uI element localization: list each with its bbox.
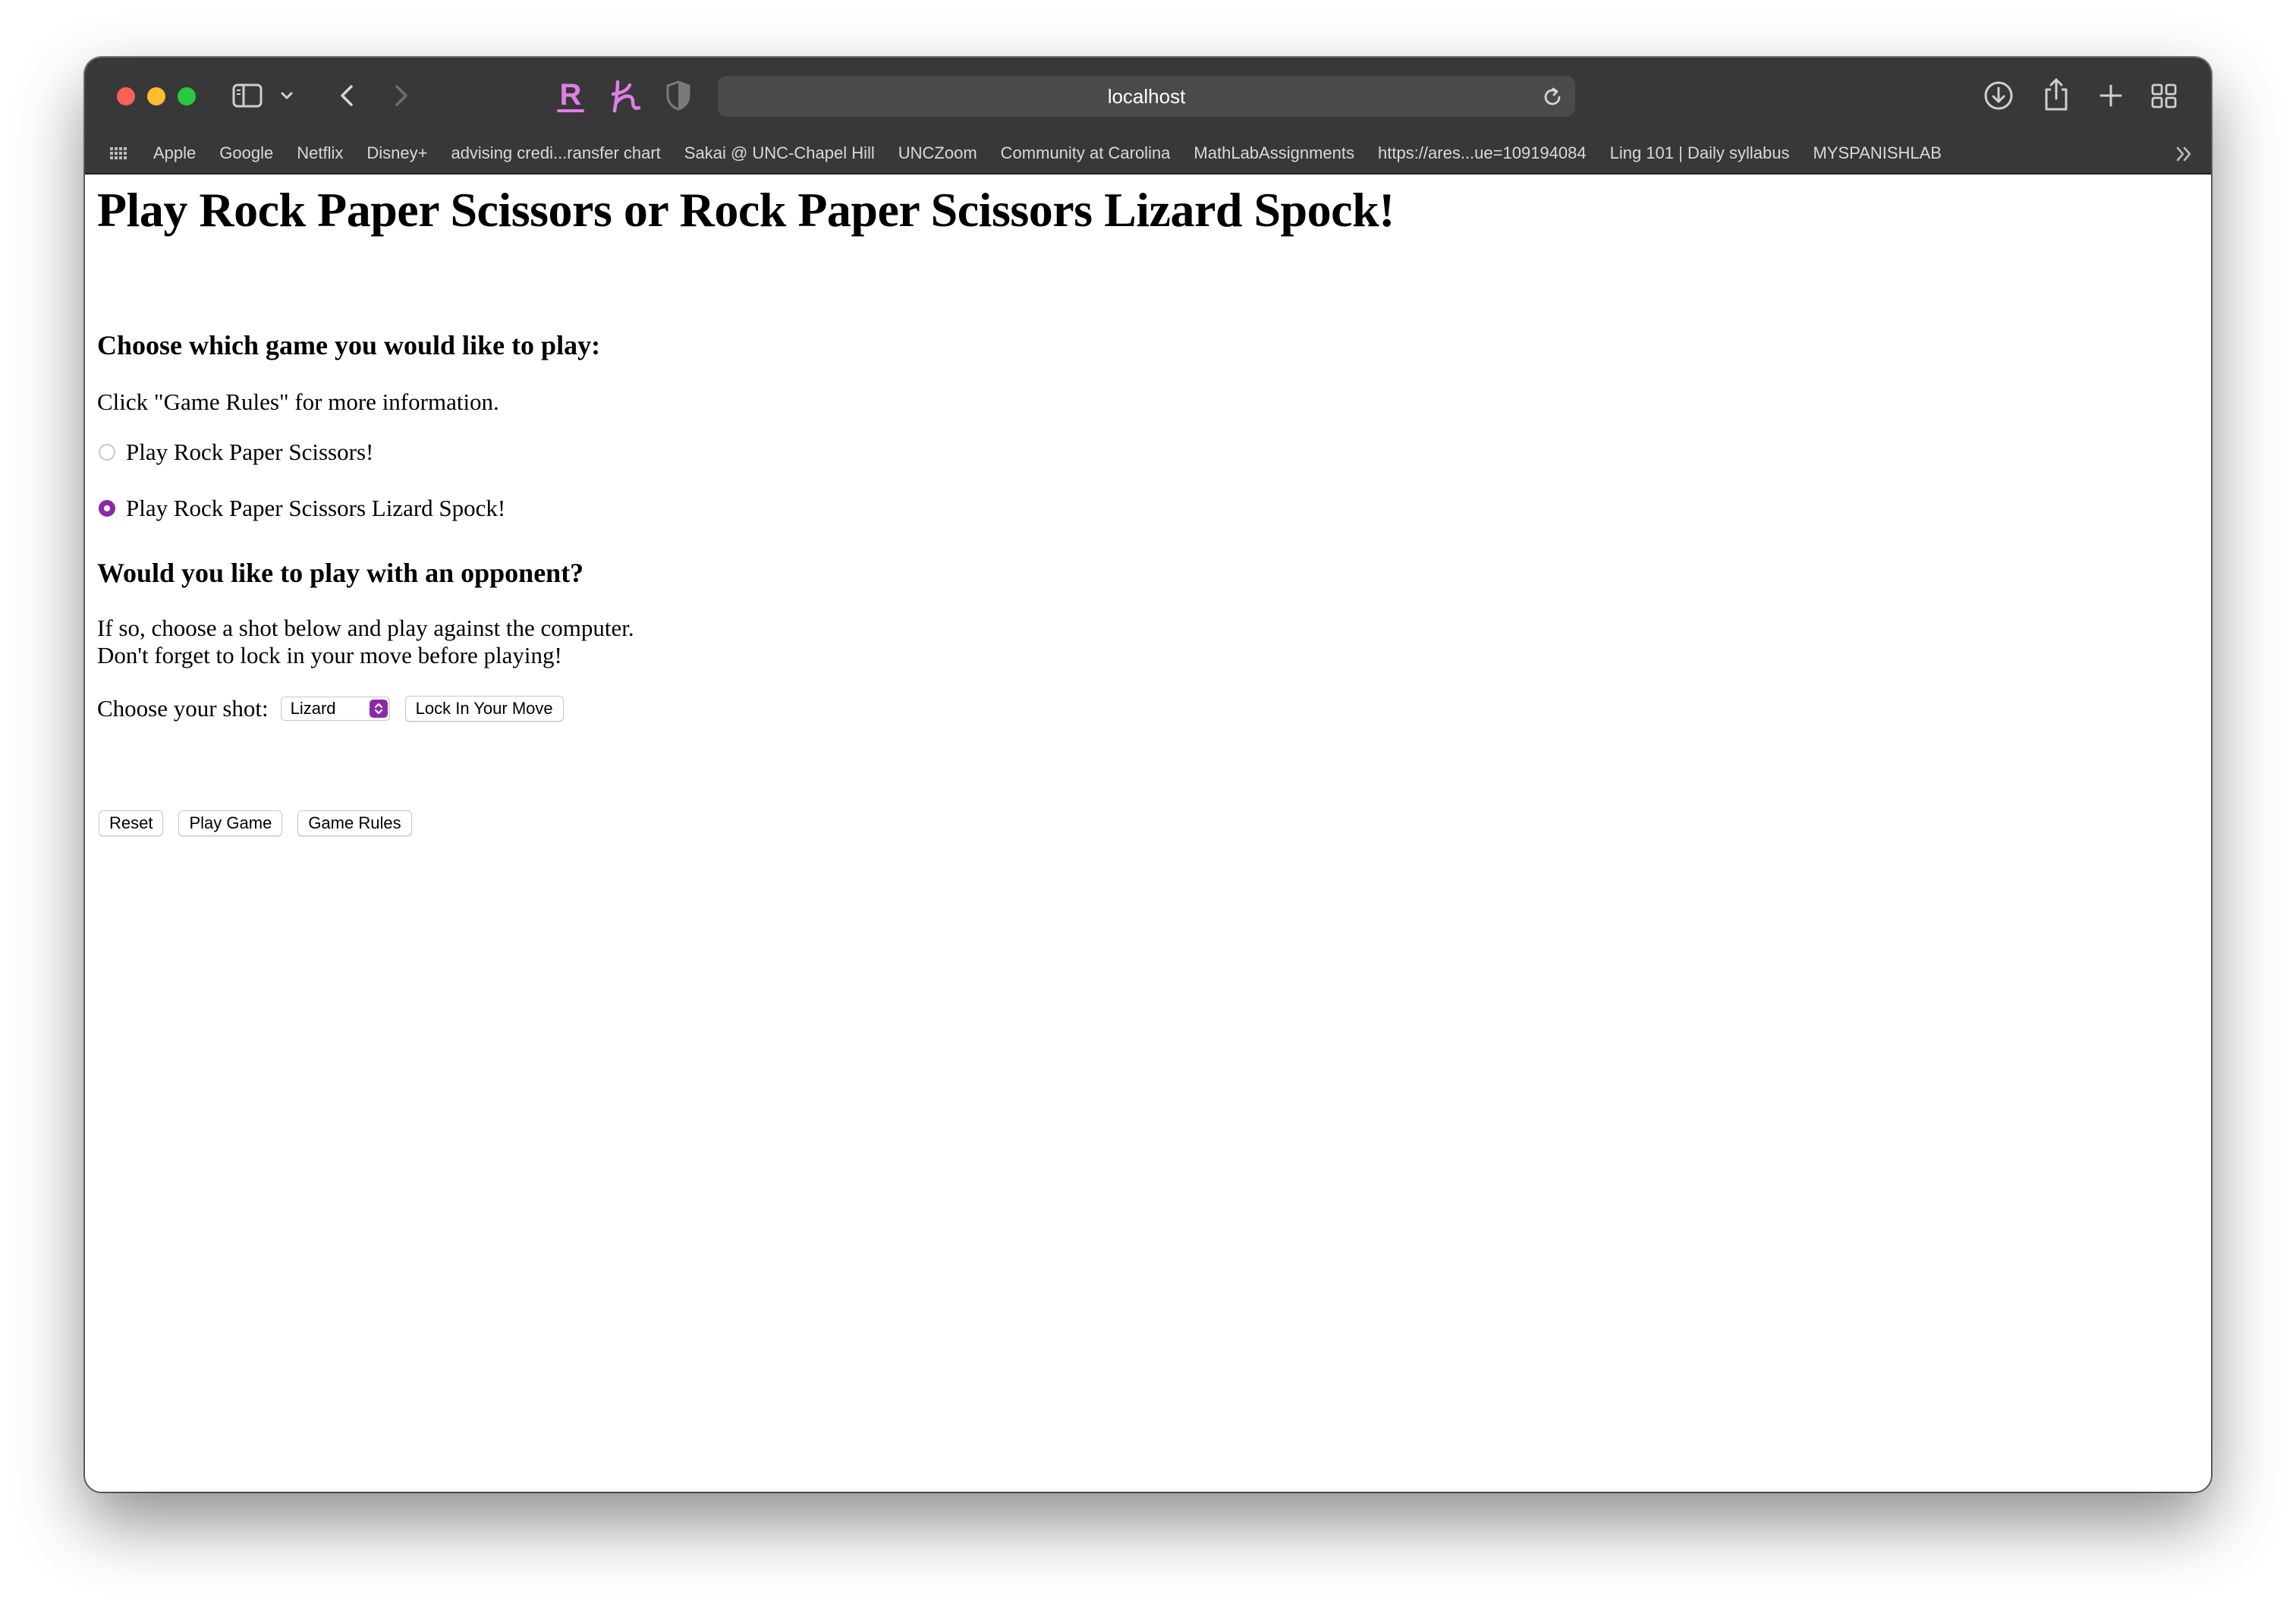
maximize-window-button[interactable] bbox=[178, 87, 196, 105]
bookmark-google[interactable]: Google bbox=[219, 143, 273, 163]
bookmark-apple[interactable]: Apple bbox=[153, 143, 196, 163]
radio-rps-label: Play Rock Paper Scissors! bbox=[126, 439, 374, 465]
lock-reminder: Don't forget to lock in your move before… bbox=[97, 642, 562, 668]
bookmark-netflix[interactable]: Netflix bbox=[297, 143, 343, 163]
bookmark-community[interactable]: Community at Carolina bbox=[1001, 143, 1171, 163]
page-content: Play Rock Paper Scissors or Rock Paper S… bbox=[85, 175, 2211, 1492]
radio-option-rpsls[interactable]: Play Rock Paper Scissors Lizard Spock! bbox=[99, 495, 505, 522]
svg-text:R: R bbox=[560, 78, 582, 112]
address-text: localhost bbox=[1107, 85, 1186, 108]
page-title: Play Rock Paper Scissors or Rock Paper S… bbox=[97, 183, 1395, 237]
grid-icon[interactable] bbox=[2149, 80, 2179, 111]
download-icon[interactable] bbox=[1982, 79, 2015, 112]
bookmark-ling101[interactable]: Ling 101 | Daily syllabus bbox=[1610, 143, 1790, 163]
lock-in-move-button[interactable]: Lock In Your Move bbox=[404, 696, 564, 722]
bookmark-ares[interactable]: https://ares...ue=109194084 bbox=[1378, 143, 1587, 163]
reset-button[interactable]: Reset bbox=[99, 810, 164, 836]
chevron-left-icon[interactable] bbox=[332, 80, 363, 111]
share-icon[interactable] bbox=[2041, 76, 2071, 114]
apps-grid-icon[interactable] bbox=[108, 143, 129, 164]
bookmark-myspanishlab[interactable]: MYSPANISHLAB bbox=[1813, 143, 1942, 163]
bookmark-list: Apple Google Netflix Disney+ advising cr… bbox=[153, 134, 1942, 173]
chevron-right-icon[interactable] bbox=[385, 80, 416, 111]
play-game-button[interactable]: Play Game bbox=[178, 810, 283, 836]
radio-rpsls[interactable] bbox=[99, 500, 115, 517]
minimize-window-button[interactable] bbox=[147, 87, 165, 105]
select-arrows-icon bbox=[369, 700, 388, 718]
double-chevron-right-icon[interactable] bbox=[2173, 144, 2196, 164]
bookmark-advising[interactable]: advising credi...ransfer chart bbox=[451, 143, 660, 163]
game-rules-hint: Click "Game Rules" for more information. bbox=[97, 388, 499, 415]
shot-select[interactable]: Lizard bbox=[280, 697, 390, 721]
radio-rpsls-label: Play Rock Paper Scissors Lizard Spock! bbox=[126, 495, 506, 521]
shot-select-value: Lizard bbox=[290, 699, 336, 718]
radio-rps[interactable] bbox=[99, 444, 115, 461]
radio-option-rps[interactable]: Play Rock Paper Scissors! bbox=[99, 439, 373, 466]
close-window-button[interactable] bbox=[117, 87, 135, 105]
browser-window: R localhost Apple Google Netflix Disney+… bbox=[85, 58, 2211, 1492]
opponent-heading: Would you like to play with an opponent? bbox=[97, 558, 584, 588]
browser-toolbar: R localhost bbox=[85, 58, 2211, 134]
bookmark-mathlab[interactable]: MathLabAssignments bbox=[1194, 143, 1354, 163]
sidebar-icon[interactable] bbox=[232, 83, 263, 108]
desktop: R localhost Apple Google Netflix Disney+… bbox=[0, 0, 2296, 1604]
bookmark-disney[interactable]: Disney+ bbox=[366, 143, 427, 163]
bookmark-sakai[interactable]: Sakai @ UNC-Chapel Hill bbox=[684, 143, 875, 163]
game-rules-button[interactable]: Game Rules bbox=[297, 810, 412, 836]
extension-h-logo-icon[interactable] bbox=[607, 76, 643, 115]
game-controls: Reset Play Game Game Rules bbox=[99, 810, 412, 836]
chevron-down-icon[interactable] bbox=[278, 86, 296, 105]
extension-r-logo-icon[interactable]: R bbox=[552, 76, 589, 115]
shot-label: Choose your shot: bbox=[97, 695, 269, 722]
address-bar[interactable]: localhost bbox=[718, 76, 1575, 117]
bookmark-unczoom[interactable]: UNCZoom bbox=[898, 143, 977, 163]
reload-icon[interactable] bbox=[1540, 85, 1565, 109]
plus-icon[interactable] bbox=[2096, 80, 2126, 111]
bookmarks-bar: Apple Google Netflix Disney+ advising cr… bbox=[85, 134, 2211, 175]
opponent-description: If so, choose a shot below and play agai… bbox=[97, 615, 634, 641]
choose-game-heading: Choose which game you would like to play… bbox=[97, 330, 601, 360]
shot-row: Choose your shot: Lizard Lock In Your Mo… bbox=[97, 695, 564, 722]
shield-icon[interactable] bbox=[663, 79, 694, 112]
